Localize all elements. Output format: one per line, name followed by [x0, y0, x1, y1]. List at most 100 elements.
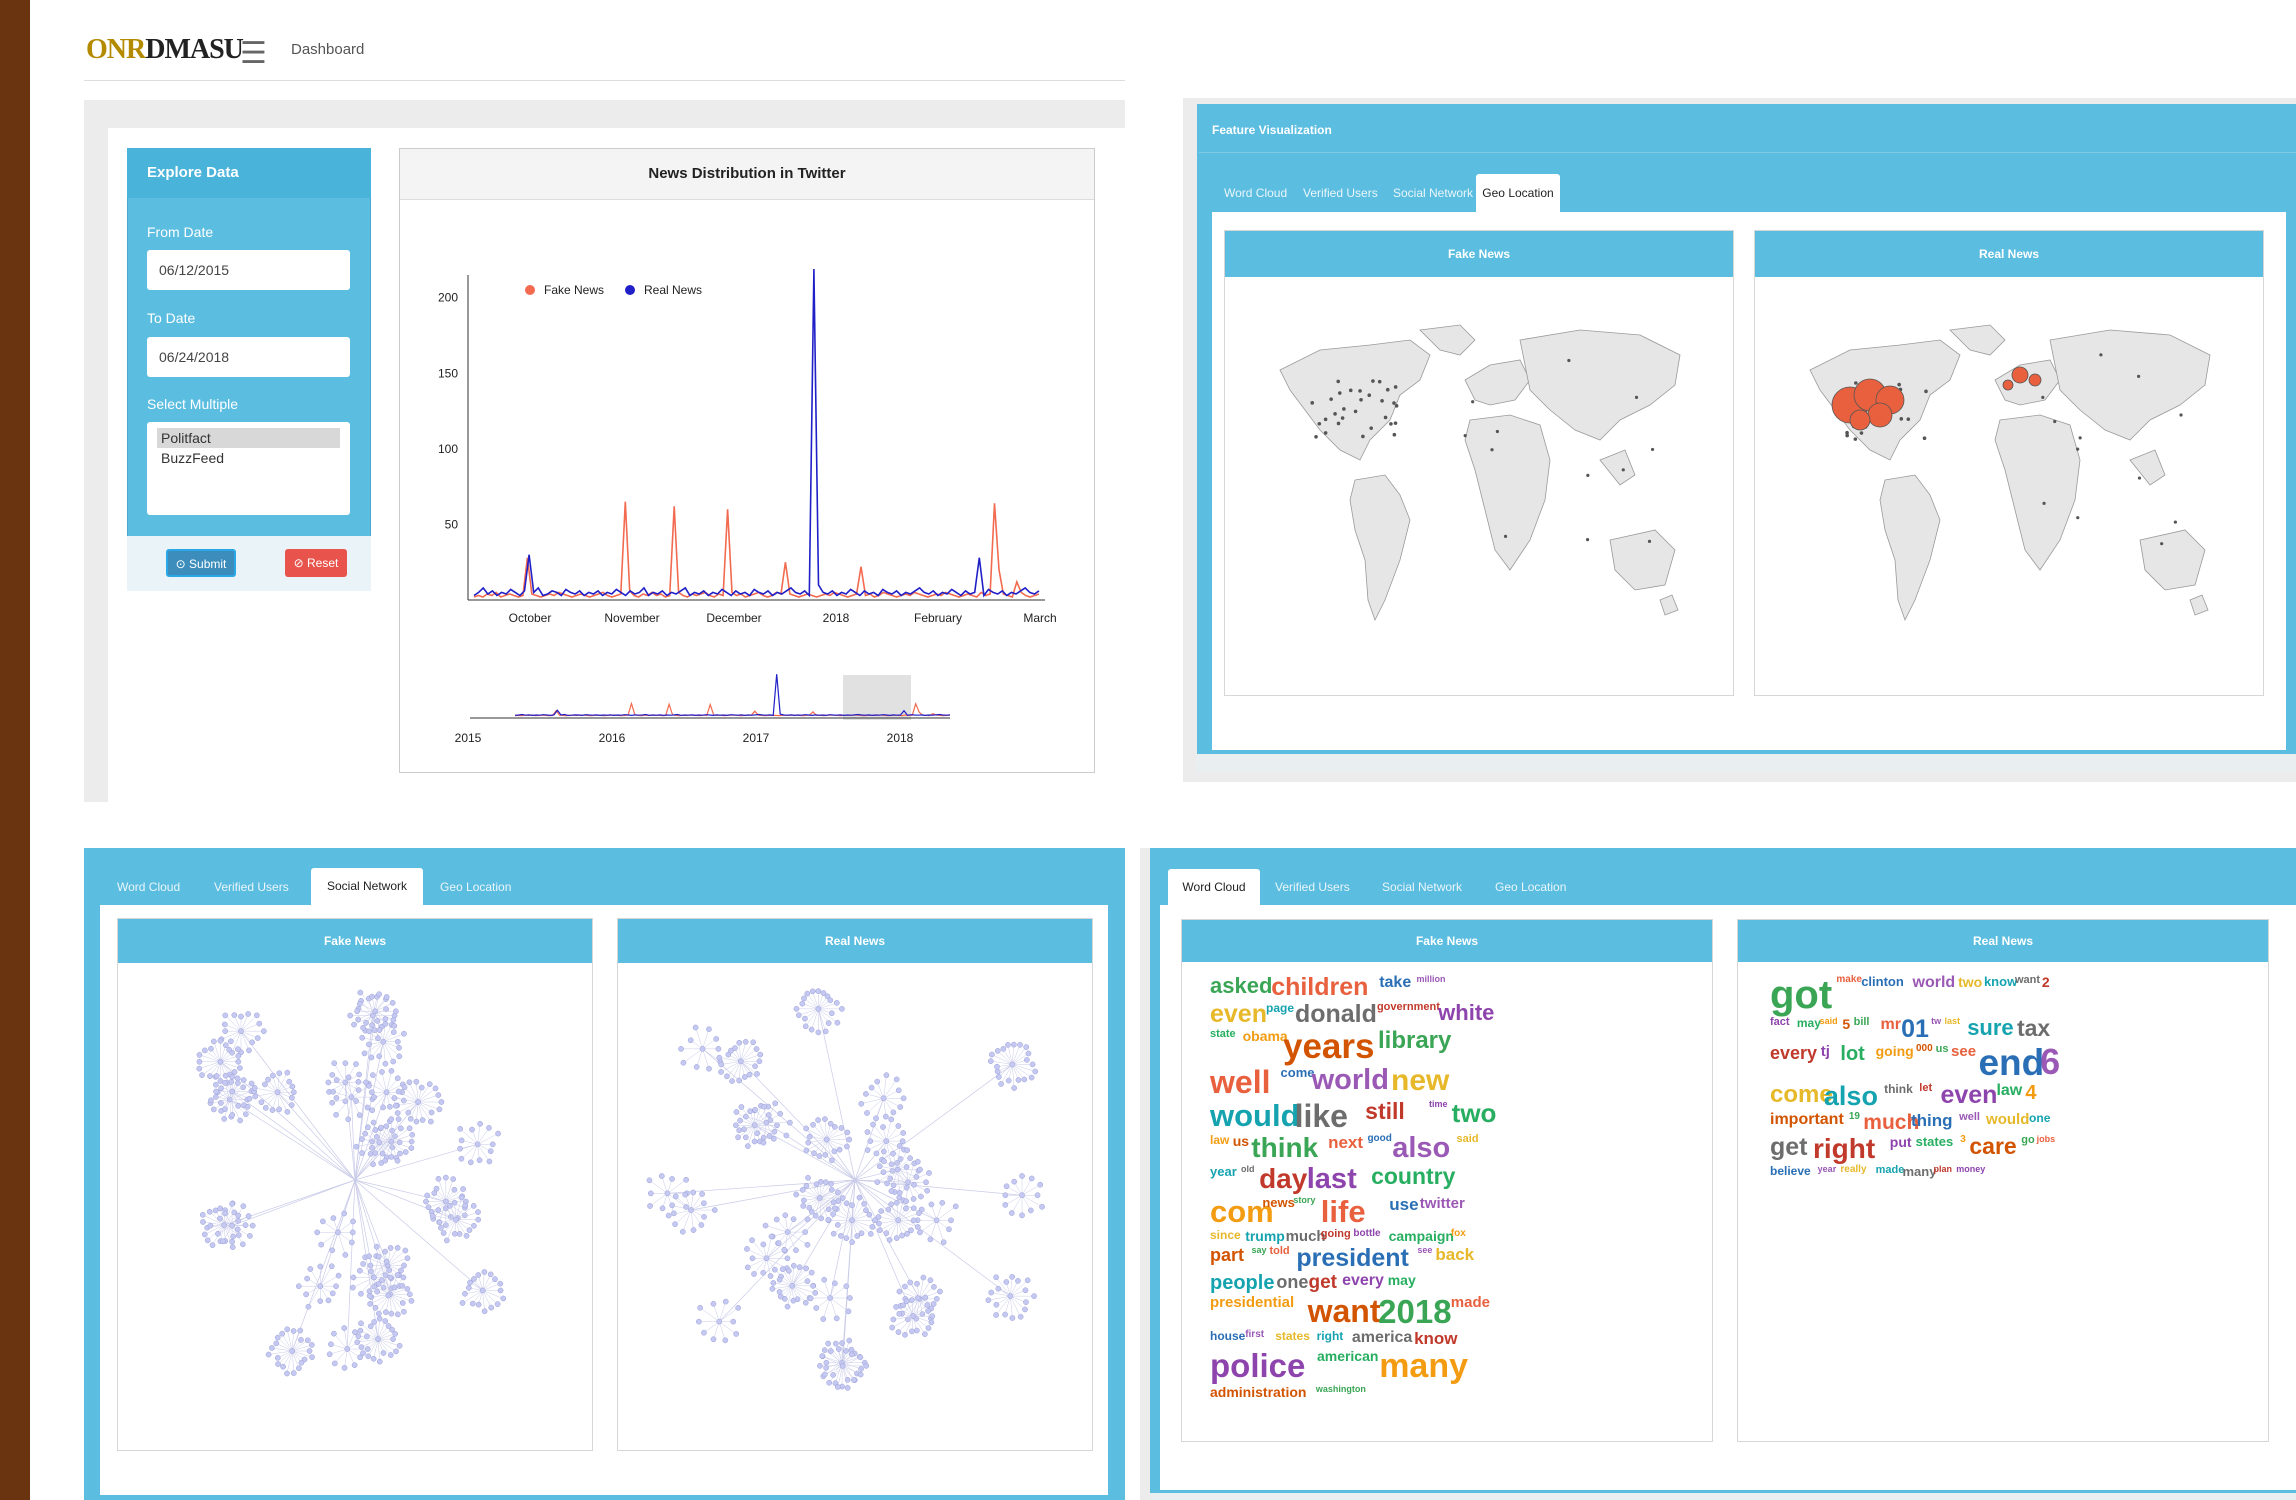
from-date-input[interactable]: 06/12/2015	[147, 250, 350, 290]
network-node	[793, 1006, 800, 1012]
tab-word-cloud[interactable]: Word Cloud	[1168, 869, 1260, 905]
network-node	[488, 1304, 495, 1311]
network-node	[394, 1245, 401, 1251]
network-node	[450, 1176, 457, 1182]
network-node	[777, 1293, 784, 1300]
network-node	[475, 1209, 481, 1215]
onr-dmasu-logo[interactable]: ONRDMASU	[86, 34, 244, 66]
network-node	[396, 1342, 403, 1349]
word-made: made	[1450, 1294, 1490, 1311]
option-politfact[interactable]: Politfact	[157, 428, 340, 448]
navigator-plot[interactable]: 2015 2016 2017 2018	[455, 674, 951, 745]
network-node	[235, 1080, 241, 1087]
network-node	[836, 1146, 843, 1153]
network-node	[230, 1233, 236, 1240]
network-node	[760, 1269, 767, 1276]
network-edge	[745, 1116, 767, 1123]
breadcrumb[interactable]: Dashboard	[291, 41, 364, 58]
geo-dot	[2179, 413, 2183, 417]
network-edge	[812, 1124, 827, 1140]
real-news-word-cloud[interactable]: got make clinton world two know want 2 fact may sa…	[1770, 975, 2070, 1435]
to-date-input[interactable]: 06/24/2018	[147, 337, 350, 377]
network-node	[357, 1354, 363, 1361]
word-say: say	[1251, 1245, 1267, 1255]
network-node	[760, 1241, 767, 1248]
tab-word-cloud[interactable]: Word Cloud	[117, 880, 180, 894]
tab-geo-location[interactable]: Geo Location	[1495, 880, 1566, 894]
geo-dot	[1463, 434, 1467, 438]
network-node	[682, 1191, 689, 1198]
network-node	[409, 1131, 416, 1138]
real-news-world-map[interactable]	[1790, 310, 2230, 680]
network-node	[438, 1224, 444, 1231]
network-node	[341, 1210, 347, 1217]
network-node	[808, 1026, 815, 1033]
network-node	[466, 1227, 473, 1233]
option-buzzfeed[interactable]: BuzzFeed	[157, 448, 340, 468]
tab-social-network[interactable]: Social Network	[1393, 186, 1473, 200]
network-node	[742, 1134, 749, 1141]
tab-geo-location[interactable]: Geo Location	[440, 880, 511, 894]
source-multiselect[interactable]: Politfact BuzzFeed	[147, 422, 350, 515]
real-news-network-graph[interactable]	[630, 975, 1080, 1405]
hamburger-menu-icon[interactable]: ☰	[240, 36, 267, 71]
network-edge	[829, 1297, 849, 1312]
news-distribution-chart[interactable]: 50 100 150 200 October November December 2018 Fe…	[400, 200, 1094, 772]
network-node	[298, 1337, 304, 1343]
fake-news-world-map[interactable]	[1260, 310, 1700, 680]
network-node	[435, 1092, 442, 1098]
network-node	[911, 1181, 917, 1188]
network-node	[828, 1186, 835, 1193]
network-node	[924, 1302, 931, 1308]
geo-dot	[1859, 431, 1864, 435]
tab-verified-users[interactable]: Verified Users	[1303, 186, 1378, 200]
network-node	[907, 1155, 913, 1162]
land-region	[1464, 359, 1531, 406]
network-node	[701, 1200, 707, 1207]
network-node	[297, 1327, 304, 1334]
reset-button[interactable]: ⊘ Reset	[285, 549, 347, 577]
network-node	[924, 1187, 931, 1194]
fake-news-geo-title: Fake News	[1225, 231, 1733, 277]
network-hub	[910, 1313, 917, 1320]
network-node	[804, 1241, 811, 1248]
word-thing: thing	[1910, 1111, 1953, 1130]
network-node	[335, 1272, 342, 1279]
network-node	[401, 1262, 407, 1269]
tab-social-network[interactable]: Social Network	[1382, 880, 1462, 894]
tab-verified-users[interactable]: Verified Users	[1275, 880, 1350, 894]
geo-dot	[1383, 415, 1388, 420]
network-node	[359, 1150, 365, 1156]
network-node	[196, 1052, 203, 1058]
network-node	[815, 988, 822, 994]
tab-social-network[interactable]: Social Network	[311, 868, 423, 905]
fake-news-network-graph[interactable]	[130, 975, 580, 1405]
network-node	[228, 1079, 235, 1085]
fake-news-word-cloud[interactable]: asked children take million even page donald go…	[1210, 975, 1510, 1435]
network-node	[903, 1205, 909, 1212]
network-node	[360, 1024, 366, 1031]
word-right: right	[1316, 1329, 1344, 1343]
network-edge	[321, 1232, 339, 1245]
network-hub	[763, 1255, 770, 1262]
network-node	[834, 1019, 841, 1026]
tab-word-cloud[interactable]: Word Cloud	[1224, 186, 1287, 200]
network-node	[385, 1292, 392, 1299]
tab-geo-location[interactable]: Geo Location	[1476, 174, 1560, 212]
network-node	[1021, 1076, 1028, 1083]
land-region	[1519, 329, 1681, 441]
word-use: use	[1389, 1195, 1419, 1214]
network-node	[845, 1308, 852, 1315]
tab-verified-users[interactable]: Verified Users	[214, 880, 289, 894]
network-node	[435, 1207, 442, 1213]
network-edge	[1007, 1044, 1013, 1065]
network-node	[876, 1163, 883, 1170]
network-node	[854, 1233, 861, 1239]
submit-button[interactable]: ⊙ Submit	[166, 549, 236, 577]
network-node	[396, 1044, 402, 1051]
network-hub	[274, 1089, 281, 1096]
network-node	[658, 1173, 665, 1179]
geo-dot	[1495, 429, 1499, 434]
network-node	[837, 1233, 844, 1239]
network-node	[451, 1199, 458, 1206]
